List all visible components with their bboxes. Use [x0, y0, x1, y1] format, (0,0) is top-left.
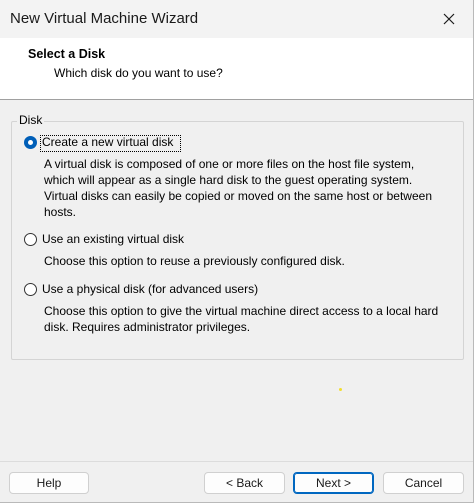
- description-line: Choose this option to reuse a previously…: [44, 254, 345, 268]
- description-line: disk. Requires administrator privileges.: [44, 320, 251, 334]
- description-line: A virtual disk is composed of one or mor…: [44, 157, 415, 171]
- next-button[interactable]: Next >: [293, 472, 374, 494]
- cancel-button[interactable]: Cancel: [383, 472, 464, 494]
- wizard-header: Select a Disk Which disk do you want to …: [0, 38, 473, 100]
- wizard-window: New Virtual Machine Wizard Select a Disk…: [0, 0, 474, 503]
- option-label-create-new-disk[interactable]: Create a new virtual disk: [42, 135, 173, 149]
- close-button[interactable]: [427, 0, 473, 38]
- disk-groupbox-label: Disk: [17, 113, 45, 127]
- option-label-use-existing-disk[interactable]: Use an existing virtual disk: [42, 232, 184, 246]
- header-title: Select a Disk: [28, 47, 106, 61]
- description-line: Choose this option to give the virtual m…: [44, 304, 439, 318]
- cursor-dot: [339, 388, 342, 391]
- header-subtitle: Which disk do you want to use?: [54, 66, 223, 80]
- radio-use-physical-disk[interactable]: [24, 283, 37, 296]
- back-button[interactable]: < Back: [204, 472, 285, 494]
- description-line: Virtual disks can easily be copied or mo…: [44, 189, 432, 203]
- window-title: New Virtual Machine Wizard: [10, 10, 199, 27]
- description-line: hosts.: [44, 205, 77, 219]
- option-label-use-physical-disk[interactable]: Use a physical disk (for advanced users): [42, 282, 258, 296]
- option-description-use-existing-disk: Choose this option to reuse a previously…: [44, 253, 345, 269]
- radio-use-existing-disk[interactable]: [24, 233, 37, 246]
- title-bar[interactable]: New Virtual Machine Wizard: [0, 0, 473, 38]
- close-icon: [443, 13, 455, 25]
- footer-divider: [0, 461, 473, 462]
- radio-create-new-disk[interactable]: [24, 136, 37, 149]
- description-line: which will appear as a single hard disk …: [44, 173, 413, 187]
- help-button[interactable]: Help: [9, 472, 89, 494]
- option-description-use-physical-disk: Choose this option to give the virtual m…: [44, 303, 438, 335]
- option-description-create-new-disk: A virtual disk is composed of one or mor…: [44, 156, 432, 220]
